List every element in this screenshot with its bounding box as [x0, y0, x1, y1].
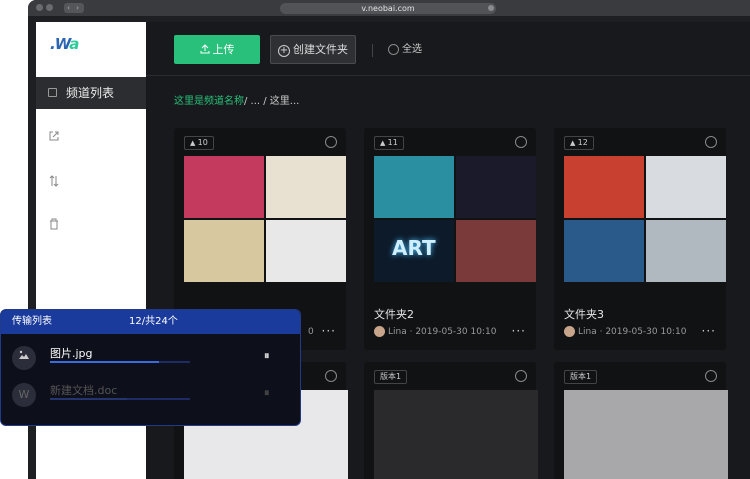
reload-icon[interactable]	[488, 5, 494, 11]
select-radio[interactable]	[325, 136, 337, 148]
thumbnail-image	[456, 156, 536, 218]
thumbnail-grid	[564, 156, 728, 283]
breadcrumb-rest: / ... / 这里...	[244, 96, 300, 107]
transfer-item[interactable]: W 新建文档.doc ⏸	[12, 380, 292, 410]
pause-icon[interactable]: ⏸	[264, 349, 270, 363]
radio-icon	[388, 43, 399, 55]
transfer-file-name: 新建文档.doc	[50, 384, 118, 397]
thumbnail-grid: ART	[374, 156, 538, 283]
folder-meta: 0	[308, 327, 314, 337]
share-icon[interactable]	[48, 130, 60, 142]
select-radio[interactable]	[515, 136, 527, 148]
grid-icon	[48, 88, 57, 97]
version-badge: 版本1	[374, 370, 408, 384]
more-options-icon[interactable]: ···	[702, 324, 716, 338]
transfer-count: 12/共24个	[129, 316, 178, 327]
sidebar-item-channel-list[interactable]: 频道列表	[36, 77, 146, 109]
transfer-progress	[50, 398, 190, 400]
image-icon	[12, 346, 36, 370]
thumbnail-image	[564, 156, 644, 218]
image-count-badge: ▲ 10	[184, 136, 214, 150]
avatar	[564, 326, 575, 337]
thumbnail-image	[374, 156, 454, 218]
thumbnail-grid	[184, 156, 348, 283]
transfer-file-name: 图片.jpg	[50, 347, 93, 360]
transfer-panel-title: 传输列表	[12, 316, 52, 327]
upload-icon	[200, 44, 209, 54]
image-icon: ▲	[380, 139, 388, 147]
back-forward-buttons[interactable]: ‹ ›	[64, 3, 84, 13]
folder-card[interactable]: ▲ 12 文件夹3 Lina · 2019-05-30 10:10 ···	[554, 128, 726, 350]
select-all-label: 全选	[402, 44, 422, 55]
thumbnail-image	[646, 156, 726, 218]
thumbnail-image: ART	[374, 220, 454, 282]
folder-card[interactable]: 版本1	[364, 362, 538, 479]
upload-button[interactable]: 上传	[174, 35, 260, 64]
transfer-panel-header: 传输列表 12/共24个	[1, 310, 300, 334]
folder-meta: Lina · 2019-05-30 10:10	[564, 326, 686, 338]
select-radio[interactable]	[515, 370, 527, 382]
thumbnail-image	[266, 220, 346, 282]
select-radio[interactable]	[705, 136, 717, 148]
folder-card[interactable]: 版本1	[554, 362, 728, 479]
select-radio[interactable]	[325, 370, 337, 382]
art-sign-text: ART	[392, 236, 436, 260]
folder-title: 文件夹2	[374, 308, 414, 321]
toolbar: 上传 + 创建文件夹 全选	[146, 22, 750, 76]
sort-icon[interactable]	[48, 175, 60, 187]
word-icon: W	[12, 383, 36, 407]
image-icon: ▲	[190, 139, 198, 147]
thumbnail-image	[184, 220, 264, 282]
thumbnail-image	[564, 220, 644, 282]
transfer-item[interactable]: 图片.jpg ⏸	[12, 343, 292, 373]
url-bar[interactable]: v.neobai.com	[280, 3, 496, 14]
title-bar: ‹ › v.neobai.com	[28, 0, 750, 16]
thumbnail-image	[374, 390, 538, 479]
sidebar-item-label: 频道列表	[66, 86, 115, 100]
thumbnail-image	[184, 156, 264, 218]
pause-icon[interactable]: ⏸	[264, 386, 270, 400]
thumbnail-image	[456, 220, 536, 282]
thumbnail-image	[564, 390, 728, 479]
create-folder-button[interactable]: + 创建文件夹	[270, 35, 356, 64]
trash-icon[interactable]	[48, 218, 60, 230]
more-options-icon[interactable]: ···	[322, 324, 336, 338]
image-icon: ▲	[570, 139, 578, 147]
transfer-progress	[50, 361, 190, 363]
create-folder-label: 创建文件夹	[293, 43, 348, 56]
select-all-checkbox[interactable]: 全选	[388, 43, 422, 56]
close-window-button[interactable]	[36, 4, 43, 11]
folder-card[interactable]: ▲ 11 ART 文件夹2 Lina · 2019-05-30 10:10 ···	[364, 128, 536, 350]
avatar	[374, 326, 385, 337]
plus-circle-icon: +	[278, 45, 290, 57]
more-options-icon[interactable]: ···	[512, 324, 526, 338]
upload-label: 上传	[212, 43, 235, 56]
thumbnail-image	[266, 156, 346, 218]
image-count-badge: ▲ 11	[374, 136, 404, 150]
logo: .Wa	[50, 35, 79, 53]
toolbar-divider	[372, 44, 373, 57]
breadcrumb-channel-link[interactable]: 这里是频道名称	[174, 96, 244, 107]
folder-meta: Lina · 2019-05-30 10:10	[374, 326, 496, 338]
select-radio[interactable]	[705, 370, 717, 382]
thumbnail-image	[646, 220, 726, 282]
folder-title: 文件夹3	[564, 308, 604, 321]
minimize-window-button[interactable]	[46, 4, 53, 11]
breadcrumb: 这里是频道名称/ ... / 这里...	[174, 92, 299, 107]
image-count-badge: ▲ 12	[564, 136, 594, 150]
transfer-panel: 传输列表 12/共24个 图片.jpg ⏸ W 新建文档.doc ⏸	[0, 309, 301, 426]
version-badge: 版本1	[564, 370, 598, 384]
